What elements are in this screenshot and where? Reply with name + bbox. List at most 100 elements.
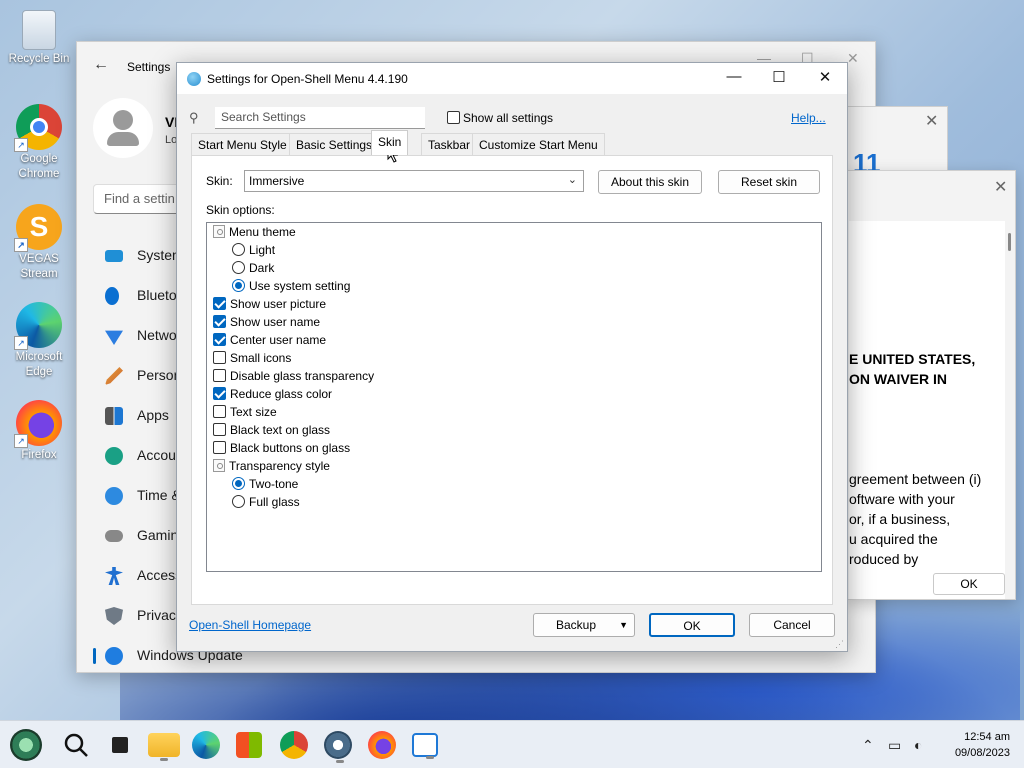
tab-customize-start-menu[interactable]: Customize Start Menu [472,133,605,155]
option-black-text-on-glass[interactable]: Black text on glass [213,423,330,441]
search-settings-input[interactable]: Search Settings [215,107,425,129]
chrome-icon[interactable] [280,731,308,759]
option-label: Dark [249,261,275,275]
checkbox-box[interactable] [447,111,460,124]
desktop-icon-microsoft-edge[interactable]: ↗ Microsoft Edge [4,302,74,380]
settings-icon[interactable] [324,731,352,763]
desktop-icon-firefox[interactable]: ↗ Firefox [4,400,74,463]
about-skin-button[interactable]: About this skin [598,170,702,194]
option-label: Menu theme [229,225,296,239]
show-all-settings-checkbox[interactable]: Show all settings [447,111,553,125]
eula-document: E UNITED STATES, ON WAIVER IN greement b… [849,221,1005,599]
chevron-up-icon[interactable]: ⌃ [862,737,874,754]
option-show-user-picture[interactable]: Show user picture [213,297,326,315]
eula-heading: E UNITED STATES, ON WAIVER IN [849,349,975,389]
vegas-stream-icon: S ↗ [14,204,62,252]
open-shell-homepage-link[interactable]: Open-Shell Homepage [189,618,311,632]
maximize-icon[interactable]: ☐ [764,68,794,88]
option-text-size[interactable]: Text size [213,405,277,423]
account-icon [105,447,123,465]
option-disable-glass-transparency[interactable]: Disable glass transparency [213,369,374,387]
tab-skin[interactable]: Skin [371,130,409,155]
backup-button[interactable]: Backup ▼ [533,613,635,637]
firefox-icon: ↗ [14,400,62,448]
option-reduce-glass-color[interactable]: Reduce glass color [213,387,332,405]
resize-grip-icon[interactable]: ⋰ [835,639,845,649]
option-small-icons[interactable]: Small icons [213,351,291,369]
store-icon[interactable] [236,732,262,758]
eula-ok-button[interactable]: OK [933,573,1005,595]
eula-body-line: or, if a business, [849,511,951,527]
network-icon[interactable]: ▭ [888,737,901,754]
start-icon[interactable] [10,729,42,761]
option-black-buttons-on-glass[interactable]: Black buttons on glass [213,441,350,459]
option-label: Show user picture [230,297,327,311]
option-label: Disable glass transparency [230,369,375,383]
clock[interactable]: 12:54 am 09/08/2023 [955,729,1010,761]
open-shell-icon[interactable] [412,733,438,759]
tab-taskbar[interactable]: Taskbar [421,133,478,155]
radio-button[interactable] [232,261,245,274]
option-full-glass[interactable]: Full glass [232,495,300,513]
option-use-system-setting[interactable]: Use system setting [232,279,350,297]
volume-muted-icon[interactable]: ◐ [914,737,922,753]
option-two-tone[interactable]: Two-tone [232,477,298,495]
reset-skin-button[interactable]: Reset skin [718,170,820,194]
nav-label: Netwo [137,327,177,343]
minimize-icon[interactable]: — [719,68,749,88]
option-label: Text size [230,405,277,419]
checkbox-checked[interactable] [213,297,226,310]
checkbox[interactable] [213,441,226,454]
tab-basic-settings[interactable]: Basic Settings [289,133,380,155]
option-label: Small icons [230,351,292,365]
option-center-user-name[interactable]: Center user name [213,333,326,351]
eula-body-line: oftware with your [849,491,955,507]
back-arrow-icon[interactable]: ← [93,56,109,74]
skin-dropdown[interactable]: Immersive ⌄ [244,170,584,192]
backup-label: Backup [556,618,597,632]
brush-icon [105,367,123,385]
checkbox[interactable] [213,423,226,436]
close-icon[interactable]: ✕ [994,177,1007,197]
shortcut-arrow-icon: ↗ [14,434,28,448]
desktop-icon-google-chrome[interactable]: ↗ Google Chrome [4,104,74,182]
edge-icon: ↗ [14,302,62,350]
skin-options-label: Skin options: [206,203,275,217]
file-explorer-icon[interactable] [148,733,180,761]
desktop-icon-recycle-bin[interactable]: Recycle Bin [4,10,74,67]
edge-icon[interactable] [192,731,220,759]
firefox-icon[interactable] [368,731,396,759]
help-link[interactable]: Help... [791,111,826,125]
ok-button[interactable]: OK [649,613,735,637]
search-icon[interactable] [60,729,92,761]
radio-button[interactable] [232,243,245,256]
cancel-button[interactable]: Cancel [749,613,835,637]
task-view-icon[interactable] [104,729,136,761]
option-show-user-name[interactable]: Show user name [213,315,320,333]
checkbox[interactable] [213,405,226,418]
eula-scrollbar[interactable] [1008,233,1011,251]
close-icon[interactable]: ✕ [847,50,859,67]
checkbox-checked[interactable] [213,387,226,400]
eula-heading-line: E UNITED STATES, [849,351,976,367]
eula-header-window: ✕ 11 [846,106,948,176]
eula-window: ✕ E UNITED STATES, ON WAIVER IN greement… [846,170,1016,600]
tab-start-menu-style[interactable]: Start Menu Style [191,133,294,155]
nav-label: Apps [137,407,169,423]
option-light[interactable]: Light [232,243,275,261]
checkbox-checked[interactable] [213,333,226,346]
close-icon[interactable]: ✕ [810,68,840,88]
radio-button-selected[interactable] [232,477,245,490]
option-dark[interactable]: Dark [232,261,274,279]
checkbox-checked[interactable] [213,315,226,328]
nav-label: Time & [137,487,181,503]
option-transparency-style: Transparency style [213,459,330,477]
radio-button[interactable] [232,495,245,508]
checkbox[interactable] [213,351,226,364]
nav-label: Accou [137,447,176,463]
desktop-icon-vegas-stream[interactable]: S ↗ VEGAS Stream [4,204,74,282]
radio-button-selected[interactable] [232,279,245,292]
monitor-icon [105,250,123,262]
checkbox[interactable] [213,369,226,382]
close-icon[interactable]: ✕ [925,111,938,131]
